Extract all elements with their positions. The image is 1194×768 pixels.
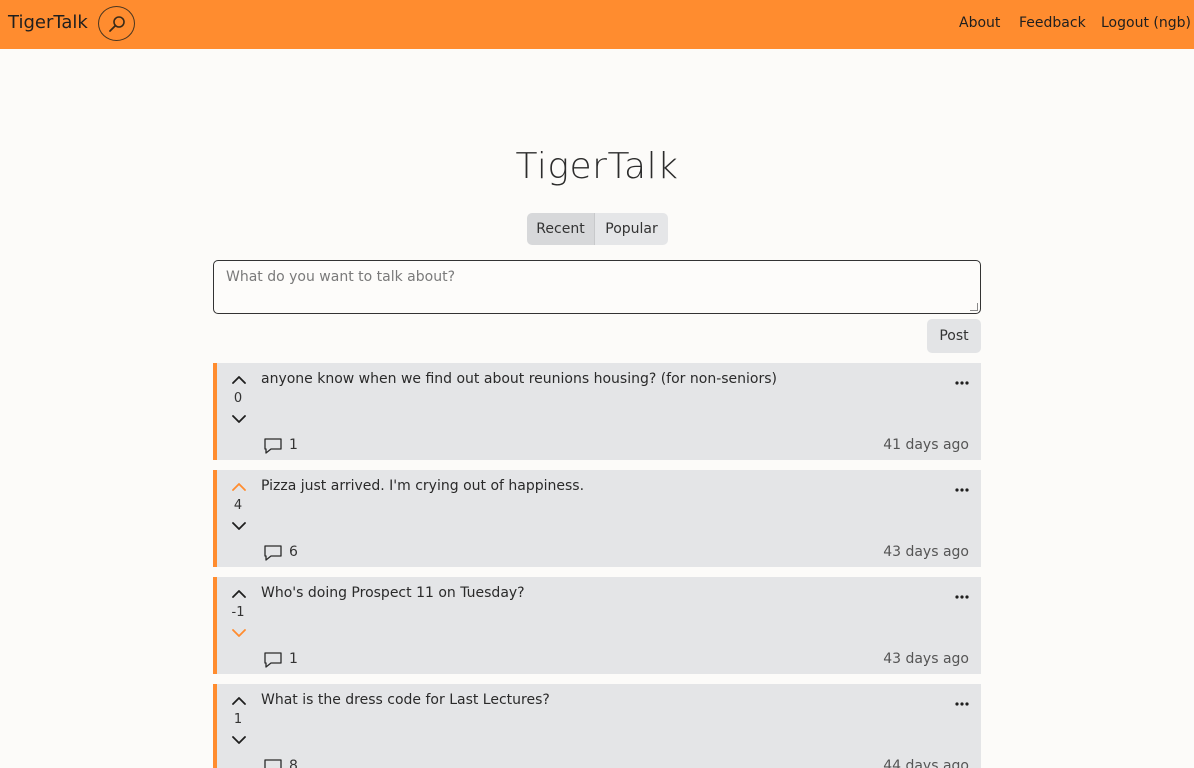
page-title: TigerTalk <box>515 146 679 187</box>
resize-handle[interactable] <box>970 303 978 311</box>
comment-count: 8 <box>289 758 298 768</box>
comment-icon[interactable] <box>263 437 283 455</box>
upvote-button[interactable] <box>231 585 247 599</box>
ellipsis-icon <box>955 595 969 599</box>
sort-tabs: Recent Popular <box>527 213 668 245</box>
chevron-down-icon <box>232 623 246 642</box>
post-card[interactable]: 0 anyone know when we find out about reu… <box>213 363 981 460</box>
chevron-up-icon <box>232 583 246 602</box>
post-age: 43 days ago <box>883 544 969 560</box>
post-card[interactable]: -1 Who's doing Prospect 11 on Tuesday? 1… <box>213 577 981 674</box>
post-input[interactable] <box>226 269 968 305</box>
comment-count: 1 <box>289 651 298 667</box>
tab-popular[interactable]: Popular <box>595 213 668 245</box>
more-options-button[interactable] <box>954 482 970 498</box>
post-card[interactable]: 4 Pizza just arrived. I'm crying out of … <box>213 470 981 567</box>
comment-icon[interactable] <box>263 758 283 768</box>
nav-feedback-link[interactable]: Feedback <box>1019 15 1086 31</box>
ellipsis-icon <box>955 381 969 385</box>
post-age: 44 days ago <box>883 758 969 768</box>
vote-score: 1 <box>233 712 243 727</box>
downvote-button[interactable] <box>231 411 247 425</box>
more-options-button[interactable] <box>954 589 970 605</box>
chevron-up-icon <box>232 369 246 388</box>
upvote-button[interactable] <box>231 371 247 385</box>
vote-score: 4 <box>233 498 243 513</box>
comment-count: 6 <box>289 544 298 560</box>
vote-score: 0 <box>233 391 243 406</box>
post-text[interactable]: What is the dress code for Last Lectures… <box>261 692 550 708</box>
more-options-button[interactable] <box>954 696 970 712</box>
nav-logout-link[interactable]: Logout (ngb) <box>1101 15 1191 31</box>
chevron-down-icon <box>232 409 246 428</box>
ellipsis-icon <box>955 702 969 706</box>
nav-about-link[interactable]: About <box>959 15 1000 31</box>
post-button[interactable]: Post <box>927 319 981 353</box>
upvote-button[interactable] <box>231 692 247 706</box>
post-age: 43 days ago <box>883 651 969 667</box>
comment-count: 1 <box>289 437 298 453</box>
post-card[interactable]: 1 What is the dress code for Last Lectur… <box>213 684 981 768</box>
tab-recent[interactable]: Recent <box>527 213 595 245</box>
downvote-button[interactable] <box>231 625 247 639</box>
comment-icon[interactable] <box>263 544 283 562</box>
post-age: 41 days ago <box>883 437 969 453</box>
comment-icon[interactable] <box>263 651 283 669</box>
post-text[interactable]: Pizza just arrived. I'm crying out of ha… <box>261 478 584 494</box>
post-text[interactable]: Who's doing Prospect 11 on Tuesday? <box>261 585 525 601</box>
search-icon <box>108 15 125 32</box>
chevron-down-icon <box>232 516 246 535</box>
brand-link[interactable]: TigerTalk <box>8 12 88 33</box>
downvote-button[interactable] <box>231 732 247 746</box>
top-navbar: TigerTalk About Feedback Logout (ngb) <box>0 0 1194 49</box>
upvote-button[interactable] <box>231 478 247 492</box>
chevron-down-icon <box>232 730 246 749</box>
post-composer <box>213 260 981 314</box>
downvote-button[interactable] <box>231 518 247 532</box>
chevron-up-icon <box>232 690 246 709</box>
more-options-button[interactable] <box>954 375 970 391</box>
search-button[interactable] <box>98 6 135 41</box>
ellipsis-icon <box>955 488 969 492</box>
post-text[interactable]: anyone know when we find out about reuni… <box>261 371 777 387</box>
vote-score: -1 <box>231 605 245 620</box>
chevron-up-icon <box>232 476 246 495</box>
